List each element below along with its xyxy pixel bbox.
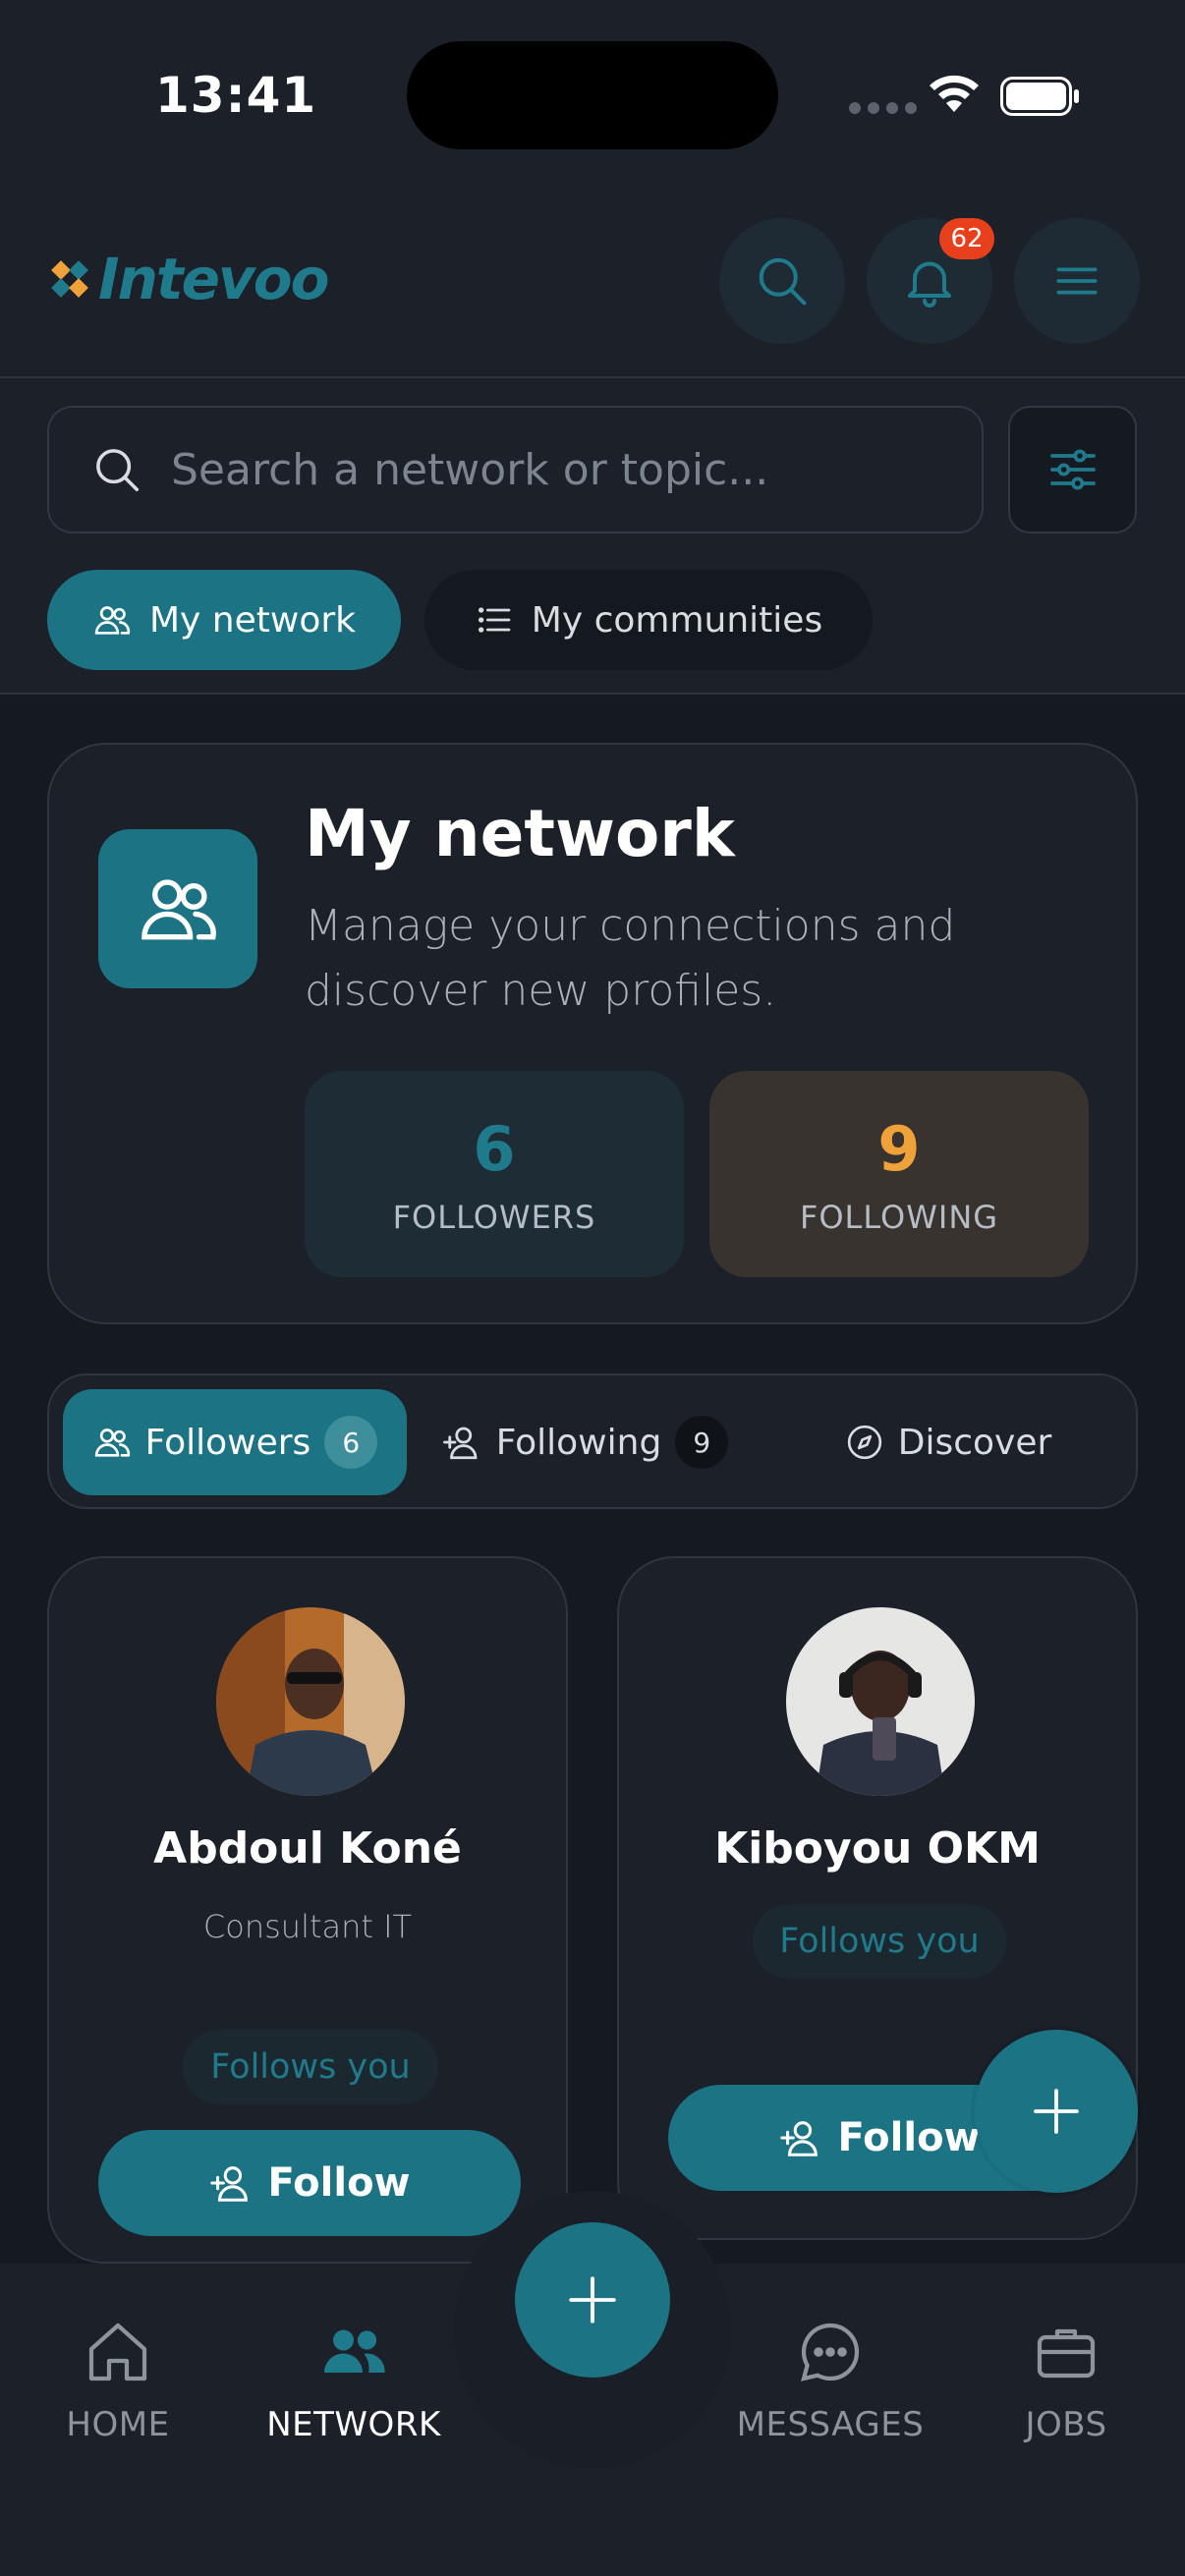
user-plus-icon	[210, 2166, 249, 2202]
pill-label: My network	[148, 599, 356, 641]
plus-icon	[1034, 2089, 1079, 2134]
tab-followers[interactable]: Followers 6	[63, 1389, 407, 1495]
logo-text: Intevoo	[98, 246, 329, 312]
network-card-icon-tile	[98, 829, 257, 988]
tab-label: Followers	[144, 1422, 311, 1463]
signal-icon	[849, 102, 917, 114]
menu-button[interactable]	[1014, 218, 1140, 344]
wifi-icon	[930, 75, 979, 112]
users-icon	[324, 2329, 385, 2373]
floating-add-button[interactable]	[975, 2030, 1138, 2193]
follows-you-badge: Follows you	[753, 1904, 1006, 1979]
list-icon	[478, 607, 511, 633]
network-summary-card: My network Manage your connections and d…	[47, 743, 1138, 1324]
profile-role: Consultant IT	[202, 1908, 413, 1945]
follow-button[interactable]: Follow	[98, 2130, 521, 2236]
search-input[interactable]	[171, 444, 918, 495]
users-icon	[94, 1428, 130, 1457]
search-box[interactable]	[47, 406, 984, 533]
followers-count: 6	[473, 1112, 516, 1185]
search-section: My network My communities	[0, 378, 1185, 695]
users-icon	[141, 879, 216, 940]
profile-card[interactable]: Abdoul Koné Consultant IT Follows you Fo…	[47, 1556, 568, 2264]
search-button[interactable]	[719, 218, 845, 344]
filter-button[interactable]	[1008, 406, 1137, 533]
dynamic-island	[407, 41, 778, 149]
tab-discover[interactable]: Discover	[766, 1389, 1130, 1495]
follow-button-label: Follow	[267, 2160, 411, 2206]
following-stat[interactable]: 9 FOLLOWING	[709, 1071, 1089, 1277]
compass-icon	[847, 1425, 881, 1460]
user-plus-icon	[442, 1427, 478, 1460]
plus-icon	[569, 2276, 616, 2324]
sliders-icon	[1049, 449, 1096, 490]
avatar[interactable]	[216, 1607, 405, 1796]
pill-my-communities[interactable]: My communities	[424, 570, 873, 670]
briefcase-icon	[1037, 2328, 1096, 2379]
network-tabs: Followers 6 Following 9 Discover	[47, 1373, 1138, 1509]
tab-label: Discover	[897, 1422, 1052, 1463]
tab-count: 9	[675, 1416, 729, 1469]
network-card-title: My network	[305, 796, 735, 871]
follow-button-label: Follow	[837, 2115, 981, 2160]
app-header: Intevoo 62	[0, 187, 1185, 378]
nav-home[interactable]: HOME	[20, 2317, 216, 2444]
following-count: 9	[877, 1112, 921, 1185]
nav-network[interactable]: NETWORK	[255, 2317, 452, 2444]
nav-label: MESSAGES	[736, 2405, 925, 2444]
status-time: 13:41	[155, 67, 317, 124]
following-label: FOLLOWING	[799, 1198, 999, 1236]
nav-jobs[interactable]: JOBS	[968, 2317, 1164, 2444]
profile-name: Abdoul Koné	[153, 1823, 462, 1874]
nav-messages[interactable]: MESSAGES	[732, 2317, 929, 2444]
pill-label: My communities	[531, 599, 823, 641]
notification-badge: 62	[939, 218, 994, 259]
notifications-button[interactable]: 62	[867, 218, 994, 344]
create-post-button[interactable]	[515, 2222, 670, 2378]
tab-label: Following	[495, 1422, 662, 1463]
pill-my-network[interactable]: My network	[47, 570, 401, 670]
nav-label: HOME	[66, 2405, 170, 2444]
users-icon	[94, 606, 131, 635]
battery-icon	[1000, 77, 1079, 116]
tab-count: 6	[324, 1416, 378, 1469]
user-plus-icon	[780, 2121, 818, 2156]
app-logo[interactable]: Intevoo	[47, 246, 329, 312]
logo-mark-icon	[51, 260, 88, 298]
nav-label: JOBS	[1025, 2405, 1107, 2444]
followers-stat[interactable]: 6 FOLLOWERS	[305, 1071, 684, 1277]
menu-icon	[1056, 267, 1098, 295]
nav-label: NETWORK	[266, 2405, 441, 2444]
tab-following[interactable]: Following 9	[423, 1389, 747, 1495]
profile-name: Kiboyou OKM	[714, 1823, 1041, 1874]
status-bar: 13:41	[0, 0, 1185, 187]
avatar[interactable]	[786, 1607, 975, 1796]
search-icon	[759, 257, 807, 306]
followers-label: FOLLOWERS	[392, 1198, 596, 1236]
follows-you-badge: Follows you	[183, 2030, 438, 2104]
network-card-description: Manage your connections and discover new…	[305, 901, 956, 1016]
home-icon	[88, 2323, 147, 2381]
bell-icon	[908, 261, 951, 308]
chat-icon	[801, 2323, 860, 2381]
search-icon	[96, 449, 140, 492]
